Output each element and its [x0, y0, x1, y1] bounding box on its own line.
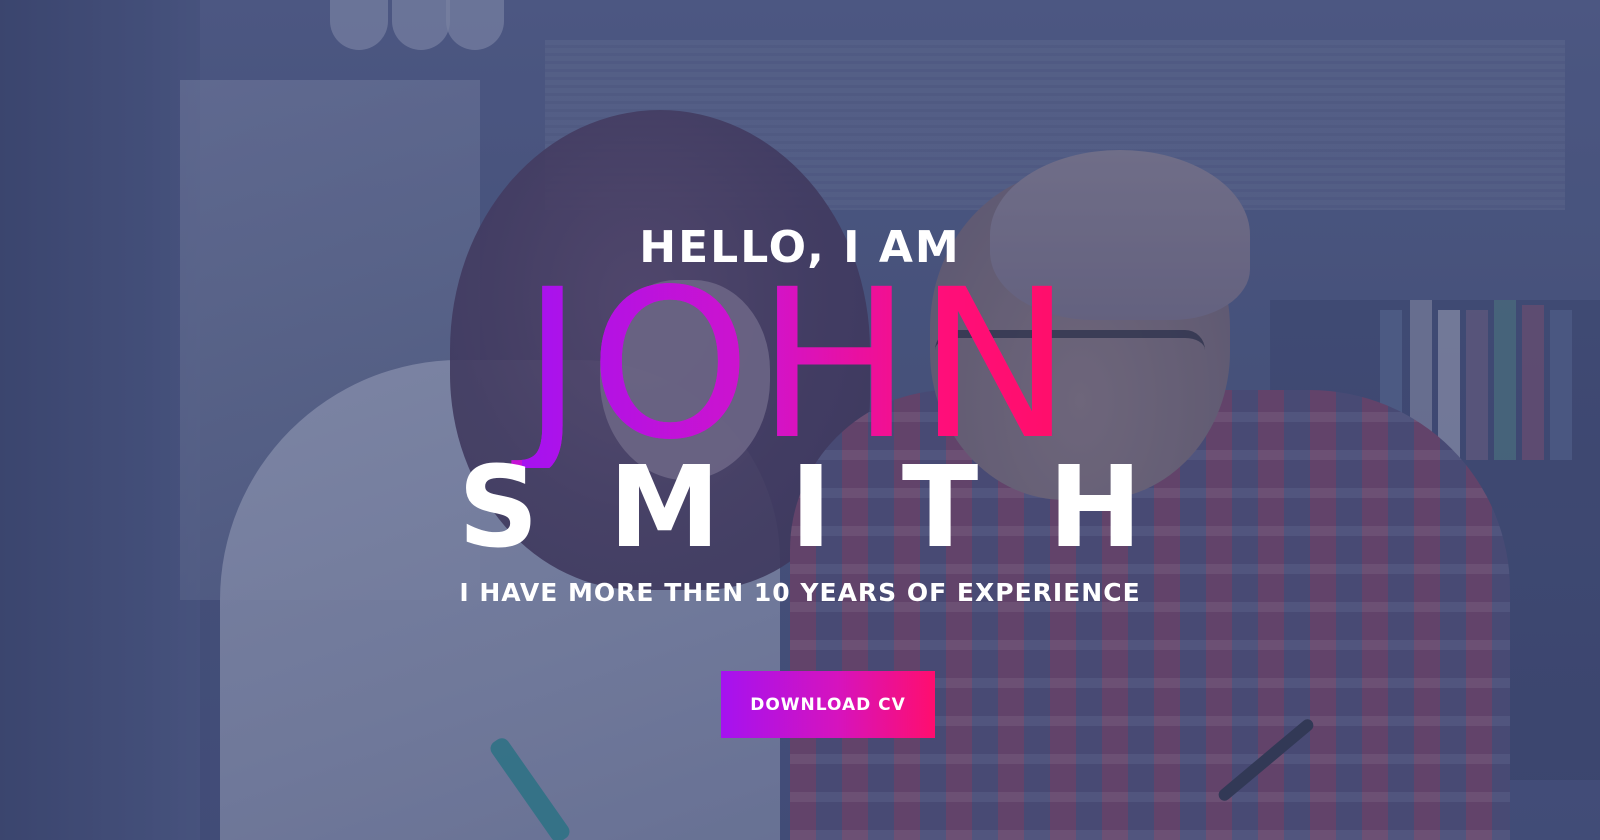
hero-last-name: SMITH	[458, 443, 1212, 573]
hero-first-name: JOHN	[0, 262, 1600, 468]
hero-tagline: I HAVE MORE THEN 10 YEARS OF EXPERIENCE	[459, 578, 1141, 607]
hero-section: HELLO, I AM JOHN SMITH I HAVE MORE THEN …	[0, 0, 1600, 840]
download-cv-button[interactable]: DOWNLOAD CV	[721, 671, 935, 738]
first-name-text: JOHN	[522, 245, 1078, 485]
